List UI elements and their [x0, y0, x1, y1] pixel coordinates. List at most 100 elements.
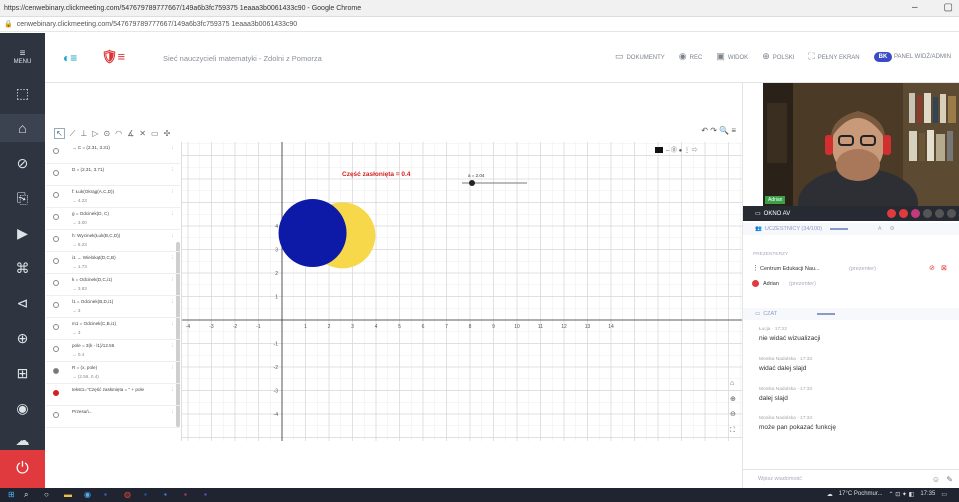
algebra-row[interactable]: i1 → Wielokąt(D,C,B) → 1.73 ⋮	[46, 252, 180, 274]
video-icon[interactable]: ▶	[0, 219, 45, 247]
lock-icon[interactable]: ⊕	[0, 324, 45, 352]
algebra-row[interactable]: pole = 3(k - l1)/12.56 → 0.4 ⋮	[46, 340, 180, 362]
visibility-toggle[interactable]	[53, 170, 59, 176]
leave-button[interactable]: ⏻	[0, 450, 45, 488]
participant-row[interactable]: Adrian (prezenter)	[751, 279, 956, 289]
search-icon[interactable]: ⌕	[24, 490, 28, 500]
mic-icon[interactable]: ⊘	[929, 264, 935, 272]
slider-handle[interactable]	[469, 180, 475, 186]
documents-button[interactable]: ▭ DOKUMENTY	[615, 51, 665, 62]
weather-text[interactable]: 17°C Pochmur...	[839, 491, 883, 498]
close-button[interactable]	[947, 209, 956, 218]
algebra-row[interactable]: R = (x, pole) → (2.56, 0.4) ⋮	[46, 362, 180, 384]
visibility-toggle[interactable]	[53, 346, 59, 352]
attach-icon[interactable]: ✎	[946, 475, 953, 484]
share-icon[interactable]: ⎘	[0, 184, 45, 212]
chat-header[interactable]: ▭ CZAT	[743, 308, 959, 320]
visibility-toggle[interactable]	[53, 390, 59, 396]
algebra-row[interactable]: l1 = Odcinek(B,D,i1) → 3 ⋮	[46, 296, 180, 318]
row-menu-icon[interactable]: ⋮	[170, 321, 175, 327]
explorer-icon[interactable]: ▬	[64, 490, 72, 499]
row-menu-icon[interactable]: ⋮	[170, 277, 175, 283]
user-menu[interactable]: BK PANEL WIDŻ/ADMIN	[873, 51, 951, 62]
row-menu-icon[interactable]: ⋮	[170, 409, 175, 415]
rec-button[interactable]: ◉ REC	[679, 51, 703, 62]
geogebra-tool[interactable]: ✣	[164, 129, 171, 138]
geogebra-tool[interactable]: ⊙	[103, 129, 110, 138]
fullscreen-button[interactable]: ⛶ PEŁNY EKRAN	[808, 51, 859, 62]
screen-share-icon[interactable]: ⊲	[0, 289, 45, 317]
app3-icon[interactable]: ▪	[164, 490, 167, 499]
algebra-row[interactable]: k = Odcinek(D,C,i1) → 3.83 ⋮	[46, 274, 180, 296]
rooms-icon[interactable]: ⌘	[0, 254, 45, 282]
visibility-toggle[interactable]	[53, 258, 59, 264]
settings-icon[interactable]: ⚙	[890, 226, 895, 232]
algebra-row[interactable]: f: Łuk(Okrąg(A,C,D)) → 4.23 ⋮	[46, 186, 180, 208]
settings-button[interactable]	[935, 209, 944, 218]
audio-button[interactable]	[923, 209, 932, 218]
row-menu-icon[interactable]: ⋮	[170, 365, 175, 371]
broadcast-icon[interactable]: ◉	[0, 394, 45, 422]
visibility-toggle[interactable]	[53, 236, 59, 242]
row-menu-icon[interactable]: ⋮	[170, 387, 175, 393]
row-menu-icon[interactable]: ⋮	[170, 145, 175, 151]
task-view-icon[interactable]: ○	[44, 490, 49, 499]
geogebra-tool[interactable]: ⊥	[80, 129, 87, 138]
geogebra-tool[interactable]: ↖	[54, 128, 65, 139]
geogebra-tool[interactable]: ◠	[115, 129, 122, 138]
app2-icon[interactable]: ▪	[144, 490, 147, 499]
algebra-row[interactable]: D = (2.31, 3.71) ⋮	[46, 164, 180, 186]
algebra-row[interactable]: m1 = Odcinek(C,B,i1) → 3 ⋮	[46, 318, 180, 340]
algebra-row[interactable]: Przesuń... ⋮	[46, 406, 180, 428]
row-menu-icon[interactable]: ⋮	[170, 211, 175, 217]
camera-off-button[interactable]	[887, 209, 896, 218]
address-bar[interactable]: 🔒 cenwebinary.clickmeeting.com/547679789…	[0, 17, 959, 32]
minimize-bar[interactable]	[817, 313, 836, 315]
algebra-row[interactable]: tekst1="Część zasłonięta = " + pole ⋮	[46, 384, 180, 406]
browser-icon[interactable]: ◉	[84, 490, 91, 499]
visibility-toggle[interactable]	[53, 368, 59, 374]
visibility-toggle[interactable]	[53, 148, 59, 154]
row-menu-icon[interactable]: ⋮	[170, 233, 175, 239]
visibility-toggle[interactable]	[53, 192, 59, 198]
participant-row[interactable]: ⋮ Centrum Edukacji Nau... (prezenter) ⊘ …	[751, 264, 956, 274]
visibility-toggle[interactable]	[53, 302, 59, 308]
visibility-toggle[interactable]	[53, 412, 59, 418]
edit-icon[interactable]: ⊘	[0, 149, 45, 177]
row-menu-icon[interactable]: ⋮	[170, 167, 175, 173]
chat-input[interactable]: Wpisz wiadomość ☺ ✎	[743, 469, 959, 488]
windows-start-icon[interactable]: ⊞	[8, 490, 15, 499]
geogebra-tool[interactable]: ∡	[127, 129, 134, 138]
language-button[interactable]: ⊕ POLSKI	[762, 51, 794, 62]
maximize-icon[interactable]: ▢	[944, 2, 953, 13]
participants-header[interactable]: 👥 UCZESTNICY (34/100) A ⚙	[743, 223, 959, 235]
mic-off-button[interactable]	[899, 209, 908, 218]
visibility-toggle[interactable]	[53, 214, 59, 220]
geogebra-tool[interactable]: ▷	[92, 129, 98, 138]
minimize-bar[interactable]	[829, 228, 848, 230]
chrome-icon[interactable]: ◍	[124, 490, 131, 499]
presentation-icon[interactable]: ⌂	[0, 114, 45, 142]
app5-icon[interactable]: ▪	[204, 490, 207, 499]
grid-icon[interactable]: ⊞	[0, 359, 45, 387]
menu-button[interactable]: ≡ MENU	[0, 43, 45, 69]
graph-canvas[interactable]: -4 -3 -2 -1 1 2 3 4 5 6 7 8 9 10 11 12 13 144321-1-2-3-4C…	[182, 142, 742, 441]
app-icon[interactable]: ▪	[104, 490, 107, 499]
geogebra-tool[interactable]: ▭	[151, 129, 159, 138]
algebra-row[interactable]: → C = (2.31, 3.31) ⋮	[46, 142, 180, 164]
stop-button[interactable]	[911, 209, 920, 218]
row-menu-icon[interactable]: ⋮	[170, 299, 175, 305]
camera-icon[interactable]: ⬚	[0, 79, 45, 107]
tray-icons[interactable]: ⌃ ⊡ ✦ ◧	[889, 491, 915, 498]
notifications-icon[interactable]: ▭	[941, 491, 947, 498]
camera-status-icon[interactable]: ⊠	[941, 264, 947, 272]
undo-redo-controls[interactable]: ↶ ↷ 🔍 ≡	[701, 126, 736, 135]
row-menu-icon[interactable]: ⋮	[170, 189, 175, 195]
geogebra-tool[interactable]: ✕	[139, 129, 146, 138]
row-menu-icon[interactable]: ⋮	[170, 343, 175, 349]
clock[interactable]: 17:35	[920, 491, 935, 498]
minimize-icon[interactable]: –	[912, 2, 918, 13]
font-size-icon[interactable]: A	[878, 226, 882, 232]
visibility-toggle[interactable]	[53, 324, 59, 330]
app4-icon[interactable]: ▪	[184, 490, 187, 499]
